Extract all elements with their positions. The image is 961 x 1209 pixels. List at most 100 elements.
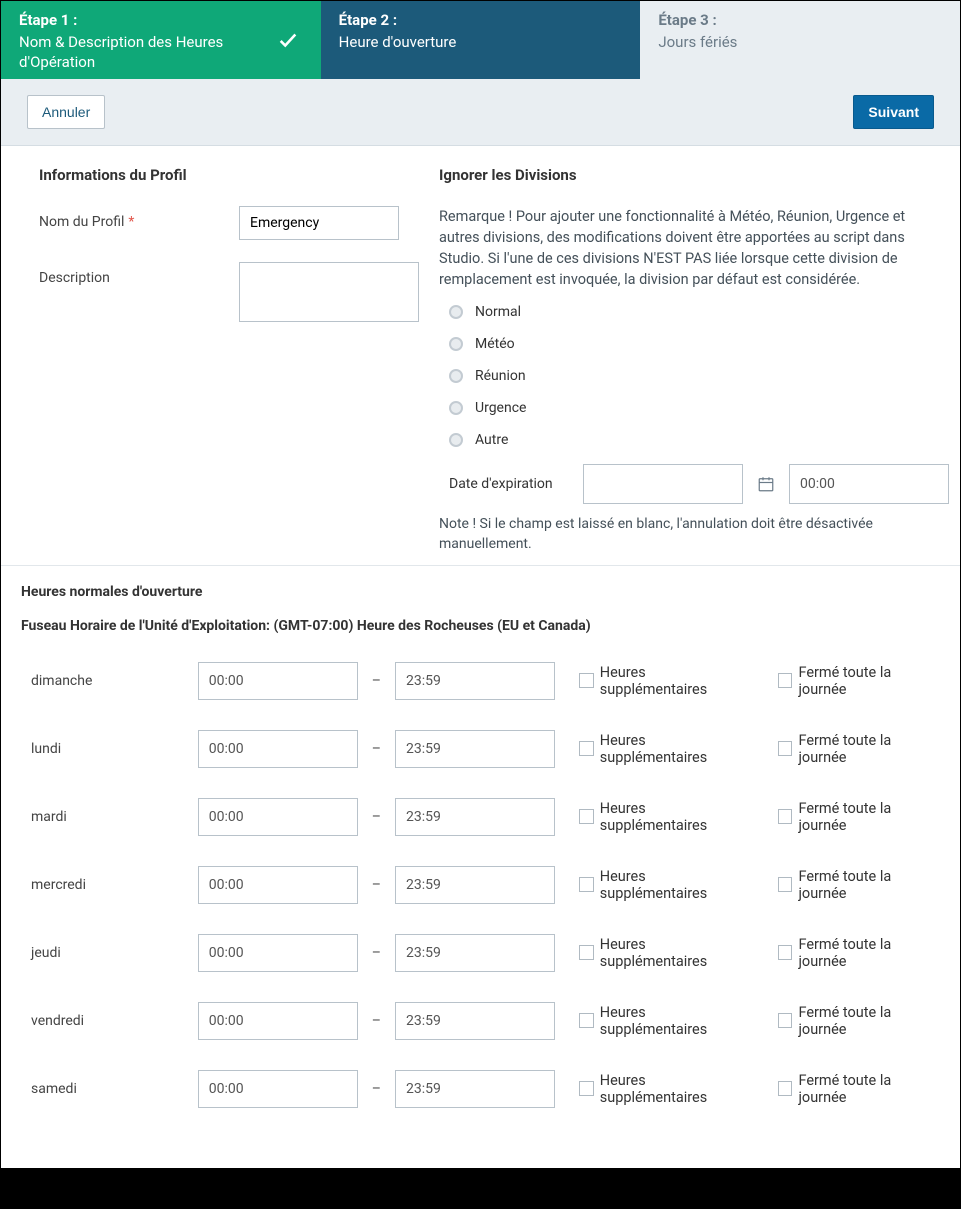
day-name: dimanche — [31, 673, 198, 689]
description-label: Description — [39, 262, 239, 286]
day-name: samedi — [31, 1081, 198, 1097]
profile-section-title: Informations du Profil — [39, 166, 419, 184]
start-time-input[interactable] — [198, 1070, 358, 1108]
day-row-dimanche: dimanche – Heures supplémentaires Fermé tou… — [21, 662, 940, 700]
radio-icon — [449, 401, 463, 415]
checkbox-icon — [579, 1013, 594, 1028]
checkbox-icon — [579, 877, 594, 892]
day-row-samedi: samedi – Heures supplémentaires Fermé toute… — [21, 1070, 940, 1108]
checkbox-icon — [778, 1081, 793, 1096]
calendar-icon[interactable] — [757, 475, 775, 493]
dash: – — [372, 673, 381, 689]
day-row-mardi: mardi – Heures supplémentaires Fermé toute … — [21, 798, 940, 836]
start-time-input[interactable] — [198, 798, 358, 836]
override-note: Remarque ! Pour ajouter une fonctionnali… — [439, 206, 949, 290]
checkbox-icon — [778, 945, 793, 960]
checkbox-icon — [579, 673, 594, 688]
checkbox-icon — [778, 673, 793, 688]
closed-all-day-checkbox[interactable]: Fermé toute la journée — [778, 732, 940, 766]
step-2-title: Heure d'ouverture — [339, 33, 623, 53]
extra-hours-checkbox[interactable]: Heures supplémentaires — [579, 1004, 754, 1038]
extra-hours-checkbox[interactable]: Heures supplémentaires — [579, 800, 754, 834]
dash: – — [372, 877, 381, 893]
closed-all-day-checkbox[interactable]: Fermé toute la journée — [778, 1004, 940, 1038]
end-time-input[interactable] — [395, 798, 555, 836]
radio-icon — [449, 433, 463, 447]
wizard-steps: Étape 1 : Nom & Description des Heures d… — [1, 1, 960, 79]
extra-hours-checkbox[interactable]: Heures supplémentaires — [579, 732, 754, 766]
extra-hours-checkbox[interactable]: Heures supplémentaires — [579, 868, 754, 902]
action-bar: Annuler Suivant — [1, 79, 960, 146]
day-name: vendredi — [31, 1013, 198, 1029]
checkbox-icon — [579, 741, 594, 756]
dash: – — [372, 1013, 381, 1029]
end-time-input[interactable] — [395, 934, 555, 972]
radio-meteo[interactable]: Météo — [449, 336, 949, 352]
dash: – — [372, 1081, 381, 1097]
start-time-input[interactable] — [198, 1002, 358, 1040]
day-row-lundi: lundi–Heures supplémentairesFermé toute … — [21, 730, 940, 768]
cancel-button[interactable]: Annuler — [27, 95, 105, 129]
day-name: jeudi — [31, 945, 198, 961]
end-time-input[interactable] — [395, 1070, 555, 1108]
end-time-input[interactable] — [395, 866, 555, 904]
closed-all-day-checkbox[interactable]: Fermé toute la journée — [778, 936, 940, 970]
extra-hours-checkbox[interactable]: Heures supplémentaires — [579, 936, 754, 970]
day-row-jeudi: jeudi – Heures supplémentaires Fermé toute … — [21, 934, 940, 972]
timezone-label: Fuseau Horaire de l'Unité d'Exploitation… — [21, 618, 940, 634]
radio-urgence[interactable]: Urgence — [449, 400, 949, 416]
day-row-mercredi: mercredi – Heures supplémentaires Fermé tou… — [21, 866, 940, 904]
checkbox-icon — [579, 945, 594, 960]
radio-reunion[interactable]: Réunion — [449, 368, 949, 384]
override-footnote: Note ! Si le champ est laissé en blanc, … — [439, 514, 949, 555]
override-column: Ignorer les Divisions Remarque ! Pour aj… — [439, 160, 949, 555]
dash: – — [372, 809, 381, 825]
day-name: mercredi — [31, 877, 198, 893]
step-2-label: Étape 2 : — [339, 11, 623, 29]
checkbox-icon — [778, 877, 793, 892]
start-time-input[interactable] — [198, 662, 358, 700]
dash: – — [372, 741, 381, 757]
closed-all-day-checkbox[interactable]: Fermé toute la journée — [778, 1072, 940, 1106]
end-time-input[interactable] — [395, 730, 555, 768]
expiration-date-input[interactable] — [583, 464, 743, 504]
extra-hours-checkbox[interactable]: Heures supplémentaires — [579, 1072, 754, 1106]
next-button[interactable]: Suivant — [853, 95, 934, 129]
end-time-input[interactable] — [395, 1002, 555, 1040]
step-3-label: Étape 3 : — [658, 11, 942, 29]
closed-all-day-checkbox[interactable]: Fermé toute la journée — [778, 868, 940, 902]
closed-all-day-checkbox[interactable]: Fermé toute la journée — [778, 664, 940, 698]
profile-column: Informations du Profil Nom du Profil* De… — [39, 160, 419, 555]
closed-all-day-checkbox[interactable]: Fermé toute la journée — [778, 800, 940, 834]
start-time-input[interactable] — [198, 730, 358, 768]
profile-name-label: Nom du Profil* — [39, 206, 239, 230]
extra-hours-checkbox[interactable]: Heures supplémentaires — [579, 664, 754, 698]
radio-icon — [449, 369, 463, 383]
dash: – — [372, 945, 381, 961]
expiration-time-input[interactable] — [789, 464, 949, 504]
expiration-label: Date d'expiration — [449, 476, 569, 492]
day-name: mardi — [31, 809, 198, 825]
end-time-input[interactable] — [395, 662, 555, 700]
start-time-input[interactable] — [198, 866, 358, 904]
profile-name-input[interactable] — [239, 206, 399, 240]
checkbox-icon — [778, 741, 793, 756]
step-1-label: Étape 1 : — [19, 11, 303, 29]
step-3[interactable]: Étape 3 : Jours fériés — [640, 1, 960, 79]
start-time-input[interactable] — [198, 934, 358, 972]
hours-section: Heures normales d'ouverture Fuseau Horai… — [1, 565, 960, 1168]
radio-icon — [449, 337, 463, 351]
check-icon — [277, 29, 299, 51]
checkbox-icon — [778, 809, 793, 824]
radio-normal[interactable]: Normal — [449, 304, 949, 320]
step-2[interactable]: Étape 2 : Heure d'ouverture — [321, 1, 641, 79]
day-row-vendredi: vendredi – Heures supplémentaires Fermé tou… — [21, 1002, 940, 1040]
step-1-title: Nom & Description des Heures d'Opération — [19, 33, 303, 72]
radio-icon — [449, 305, 463, 319]
step-1[interactable]: Étape 1 : Nom & Description des Heures d… — [1, 1, 321, 79]
hours-title: Heures normales d'ouverture — [21, 584, 940, 600]
radio-autre[interactable]: Autre — [449, 432, 949, 448]
description-input[interactable] — [239, 262, 419, 322]
checkbox-icon — [579, 1081, 594, 1096]
step-3-title: Jours fériés — [658, 33, 942, 53]
